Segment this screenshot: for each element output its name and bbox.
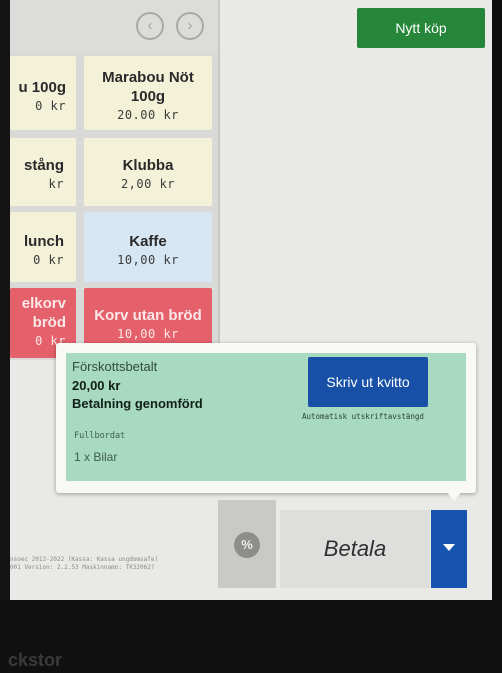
popup-pointer: [446, 491, 462, 501]
product-name: lunch: [24, 233, 64, 250]
product-grid-header: ‹ ›: [10, 0, 218, 52]
product-name: Kaffe: [129, 233, 167, 250]
product-name: Marabou Nöt 100g: [102, 69, 194, 105]
auto-print-note: Automatisk utskriftavstängd: [302, 412, 424, 421]
payment-result-panel: Förskottsbetalt 20,00 kr Betalning genom…: [66, 353, 466, 481]
product-tile[interactable]: Klubba 2,00 kr: [84, 138, 212, 206]
product-name: Korv utan bröd: [94, 307, 202, 324]
product-price: 0 kr: [33, 253, 64, 267]
print-receipt-button[interactable]: Skriv ut kvitto: [308, 357, 428, 407]
chevron-down-icon: [443, 544, 455, 551]
product-price: 10,00 kr: [117, 327, 179, 341]
footer-line: 001 Version: 2.2.53 Maskinnamn: TK32062?: [10, 564, 155, 571]
payment-popup: Förskottsbetalt 20,00 kr Betalning genom…: [56, 343, 476, 493]
panel-divider: [218, 0, 220, 360]
discount-button[interactable]: %: [218, 500, 276, 588]
pay-button[interactable]: Betala: [280, 510, 430, 588]
chevron-right-icon: ›: [187, 17, 193, 34]
payment-title: Förskottsbetalt: [72, 359, 158, 374]
device-bezel-bottom: [0, 600, 502, 673]
pay-options-button[interactable]: [431, 510, 467, 588]
product-price: 10,00 kr: [117, 253, 179, 267]
version-footer: nsoec 2013-2022 (Kassa: Kassa ungdomsafe…: [10, 556, 158, 572]
payment-amount: 20,00 kr: [72, 378, 121, 393]
new-purchase-button[interactable]: Nytt köp: [357, 8, 485, 48]
completed-label: Fullbordat: [74, 431, 126, 441]
product-tile[interactable]: lunch 0 kr: [10, 212, 76, 282]
device-bezel-right: [492, 0, 502, 600]
percent-icon: %: [234, 532, 260, 558]
product-name: stång: [23, 157, 64, 174]
product-tile[interactable]: stång kr: [10, 138, 76, 206]
next-page-button[interactable]: ›: [176, 12, 204, 40]
chevron-left-icon: ‹: [147, 17, 153, 34]
product-tile[interactable]: u 100g 0 kr: [10, 56, 76, 130]
product-name: u 100g: [18, 79, 66, 96]
pos-screen: ‹ › u 100g 0 kr Marabou Nöt 100g 20.00 k…: [10, 0, 492, 600]
footer-line: nsoec 2013-2022 (Kassa: Kassa ungdomsafe…: [10, 556, 159, 563]
payment-status: Betalning genomförd: [72, 396, 203, 411]
product-price: 20.00 kr: [117, 108, 179, 122]
product-price: 0 kr: [35, 99, 66, 113]
product-price: 2,00 kr: [120, 177, 176, 191]
product-name: elkorv bröd: [21, 295, 66, 331]
product-name: Klubba: [122, 157, 174, 174]
product-price: kr: [48, 177, 64, 191]
purchased-item: 1 x Bilar: [74, 450, 118, 464]
product-tile[interactable]: Kaffe 10,00 kr: [84, 212, 212, 282]
product-tile[interactable]: Marabou Nöt 100g 20.00 kr: [84, 56, 212, 130]
device-brand-label: ckstor: [8, 650, 63, 670]
prev-page-button[interactable]: ‹: [136, 12, 164, 40]
